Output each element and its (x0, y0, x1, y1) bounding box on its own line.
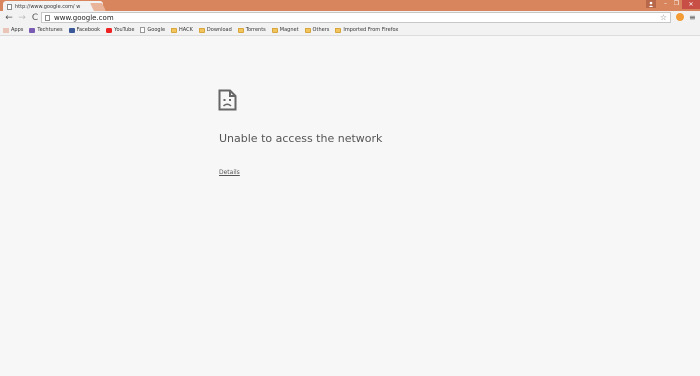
bookmark-magnet[interactable]: Magnet (271, 26, 299, 35)
bookmark-google[interactable]: Google (140, 26, 165, 35)
folder-icon (171, 27, 178, 33)
bookmark-apps[interactable]: Apps (3, 26, 23, 35)
page-icon (45, 14, 50, 21)
address-bar[interactable]: www.google.com ☆ (41, 12, 671, 23)
bookmark-download[interactable]: Download (198, 26, 232, 35)
youtube-icon (106, 27, 113, 33)
apps-icon (3, 27, 9, 33)
details-link[interactable]: Details (219, 169, 240, 176)
menu-button[interactable]: ≡ (689, 12, 696, 23)
bookmark-star-icon[interactable]: ☆ (660, 13, 667, 22)
toolbar: ← → C www.google.com ☆ ≡ (0, 11, 700, 25)
page-icon (7, 3, 12, 10)
tab-title: http://www.google.com/ w (15, 3, 81, 10)
forward-button[interactable]: → (16, 12, 28, 24)
bookmark-techtunes[interactable]: Techtunes (29, 26, 63, 35)
user-icon[interactable] (646, 0, 656, 8)
facebook-icon (68, 27, 75, 33)
extension-icon[interactable] (676, 13, 684, 21)
title-bar: http://www.google.com/ w × – ❐ ✕ (0, 0, 700, 12)
folder-icon (271, 27, 278, 33)
bookmarks-bar: Apps Techtunes Facebook YouTube Google H… (0, 25, 700, 36)
bookmark-imported-from-firefox[interactable]: Imported From Firefox (335, 26, 398, 35)
new-tab-button[interactable] (90, 3, 106, 11)
back-button[interactable]: ← (3, 12, 15, 24)
window-close-button[interactable]: ✕ (682, 0, 700, 9)
window-controls: – ❐ ✕ (646, 0, 700, 9)
sad-page-icon (218, 89, 237, 115)
bookmark-youtube[interactable]: YouTube (106, 26, 134, 35)
maximize-button[interactable]: ❐ (671, 0, 682, 8)
page-icon (140, 27, 146, 33)
page-content: Unable to access the network Details (0, 37, 700, 376)
url-text[interactable]: www.google.com (54, 14, 114, 22)
techtunes-icon (29, 27, 36, 33)
folder-icon (335, 27, 342, 33)
bookmark-torrents[interactable]: Torrents (237, 26, 266, 35)
error-title: Unable to access the network (219, 132, 383, 145)
minimize-button[interactable]: – (660, 0, 671, 8)
reload-button[interactable]: C (29, 12, 41, 24)
bookmark-facebook[interactable]: Facebook (68, 26, 100, 35)
bookmark-hack[interactable]: HACK (171, 26, 193, 35)
folder-icon (304, 27, 311, 33)
folder-icon (198, 27, 205, 33)
bookmark-others[interactable]: Others (304, 26, 329, 35)
folder-icon (237, 27, 244, 33)
